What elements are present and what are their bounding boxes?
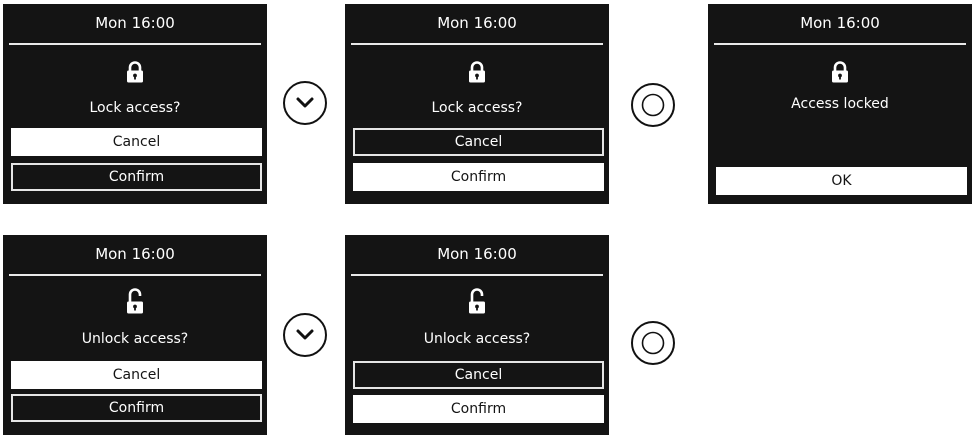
lock-prompt-message: Lock access? [431,100,523,116]
chevron-down-icon [296,329,314,340]
cancel-button[interactable]: Cancel [353,128,604,156]
divider [714,43,966,45]
padlock-closed-icon [832,61,848,83]
padlock-closed-icon [127,61,143,83]
confirm-button[interactable]: Confirm [11,394,262,422]
lock-prompt-screen-confirm-selected: Mon 16:00 Lock access? Cancel Confirm [345,4,609,204]
padlock-open-icon [469,288,485,314]
cancel-button[interactable]: Cancel [11,128,262,156]
divider [351,43,603,45]
cancel-button[interactable]: Cancel [353,361,604,389]
padlock-closed-icon [469,61,485,83]
divider [9,43,261,45]
confirm-button[interactable]: Confirm [11,163,262,191]
unlock-prompt-message: Unlock access? [81,331,189,347]
unlock-prompt-message: Unlock access? [423,331,531,347]
circle-press-icon [641,93,665,117]
divider [9,274,261,276]
time-label: Mon 16:00 [437,14,517,32]
lock-prompt-screen-cancel-selected: Mon 16:00 Lock access? Cancel Confirm [3,4,267,204]
time-label: Mon 16:00 [95,245,175,263]
access-locked-message: Access locked [791,96,889,112]
rotate-down-knob[interactable] [283,81,327,125]
time-label: Mon 16:00 [800,14,880,32]
access-locked-screen: Mon 16:00 Access locked OK [708,4,972,204]
unlock-prompt-screen-cancel-selected: Mon 16:00 Unlock access? Cancel Confirm [3,235,267,435]
padlock-open-icon [127,288,143,314]
confirm-button[interactable]: Confirm [353,395,604,423]
time-label: Mon 16:00 [437,245,517,263]
press-knob[interactable] [631,83,675,127]
ok-button[interactable]: OK [716,167,967,195]
confirm-button[interactable]: Confirm [353,163,604,191]
press-knob[interactable] [631,321,675,365]
rotate-down-knob[interactable] [283,313,327,357]
unlock-prompt-screen-confirm-selected: Mon 16:00 Unlock access? Cancel Confirm [345,235,609,435]
divider [351,274,603,276]
time-label: Mon 16:00 [95,14,175,32]
cancel-button[interactable]: Cancel [11,361,262,389]
lock-prompt-message: Lock access? [89,100,181,116]
chevron-down-icon [296,97,314,108]
circle-press-icon [641,331,665,355]
